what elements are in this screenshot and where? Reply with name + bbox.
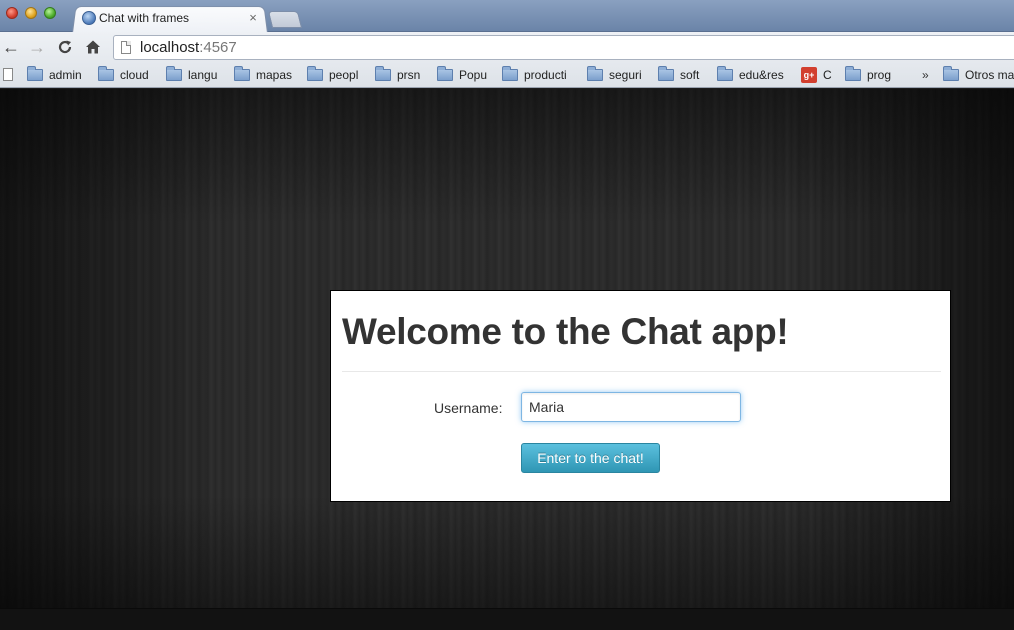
page-title: Welcome to the Chat app! <box>342 311 789 352</box>
close-tab-icon[interactable]: × <box>246 10 260 25</box>
folder-icon <box>717 66 733 81</box>
zoom-window-button[interactable] <box>44 7 56 19</box>
username-label: Username: <box>434 400 503 416</box>
bookmark-popu[interactable]: Popu <box>437 66 487 84</box>
globe-icon <box>82 11 96 25</box>
bookmark-seguri[interactable]: seguri <box>587 66 642 84</box>
page-icon <box>121 41 131 54</box>
login-panel: Welcome to the Chat app! Username: Enter… <box>330 290 951 502</box>
folder-icon <box>27 66 43 81</box>
bookmark-producti[interactable]: producti <box>502 66 567 84</box>
bookmark-other[interactable]: Otros ma <box>943 66 1014 84</box>
google-plus-icon: g+ <box>801 67 817 83</box>
minimize-window-button[interactable] <box>25 7 37 19</box>
bookmark-admin[interactable]: admin <box>27 66 82 84</box>
address-bar[interactable]: localhost:4567 <box>113 35 1014 60</box>
bookmark-prog[interactable]: prog <box>845 66 891 84</box>
browser-toolbar: ← → localhost:4567 <box>0 32 1014 62</box>
username-input[interactable] <box>521 392 741 422</box>
bookmark-cloud[interactable]: cloud <box>98 66 149 84</box>
folder-icon <box>307 66 323 81</box>
folder-icon <box>587 66 603 81</box>
forward-arrow-icon[interactable]: → <box>26 36 48 58</box>
reload-icon[interactable] <box>54 36 76 58</box>
new-tab-button[interactable] <box>267 11 303 28</box>
bookmark-edu-res[interactable]: edu&res <box>717 66 784 84</box>
back-arrow-icon[interactable]: ← <box>0 36 22 58</box>
folder-icon <box>943 66 959 81</box>
bookmark-langu[interactable]: langu <box>166 66 217 84</box>
bookmark-prsn[interactable]: prsn <box>375 66 420 84</box>
enter-chat-button[interactable]: Enter to the chat! <box>521 443 660 473</box>
home-icon[interactable] <box>82 36 104 58</box>
bookmark-google-plus[interactable]: g+ C <box>801 66 832 84</box>
folder-icon <box>375 66 391 81</box>
address-url[interactable]: localhost:4567 <box>140 39 237 56</box>
active-tab-content[interactable]: Chat with frames × <box>80 5 266 31</box>
folder-icon <box>98 66 114 81</box>
tab-strip: Chat with frames × <box>0 0 1014 33</box>
folder-icon <box>166 66 182 81</box>
folder-icon <box>658 66 674 81</box>
folder-icon <box>234 66 250 81</box>
bookmark-peopl[interactable]: peopl <box>307 66 358 84</box>
close-window-button[interactable] <box>6 7 18 19</box>
bookmark-soft[interactable]: soft <box>658 66 699 84</box>
folder-icon <box>502 66 518 81</box>
folder-icon <box>845 66 861 81</box>
title-divider <box>342 371 941 372</box>
page-bottom-bar <box>0 608 1014 630</box>
bookmarks-overflow-chevron-icon[interactable]: » <box>922 68 929 82</box>
folder-icon <box>437 66 453 81</box>
bookmarks-bar: admin cloud langu mapas peopl prsn Popu … <box>0 62 1014 88</box>
apps-page-icon[interactable] <box>3 68 13 81</box>
tab-title: Chat with frames <box>99 11 190 25</box>
bookmark-mapas[interactable]: mapas <box>234 66 292 84</box>
